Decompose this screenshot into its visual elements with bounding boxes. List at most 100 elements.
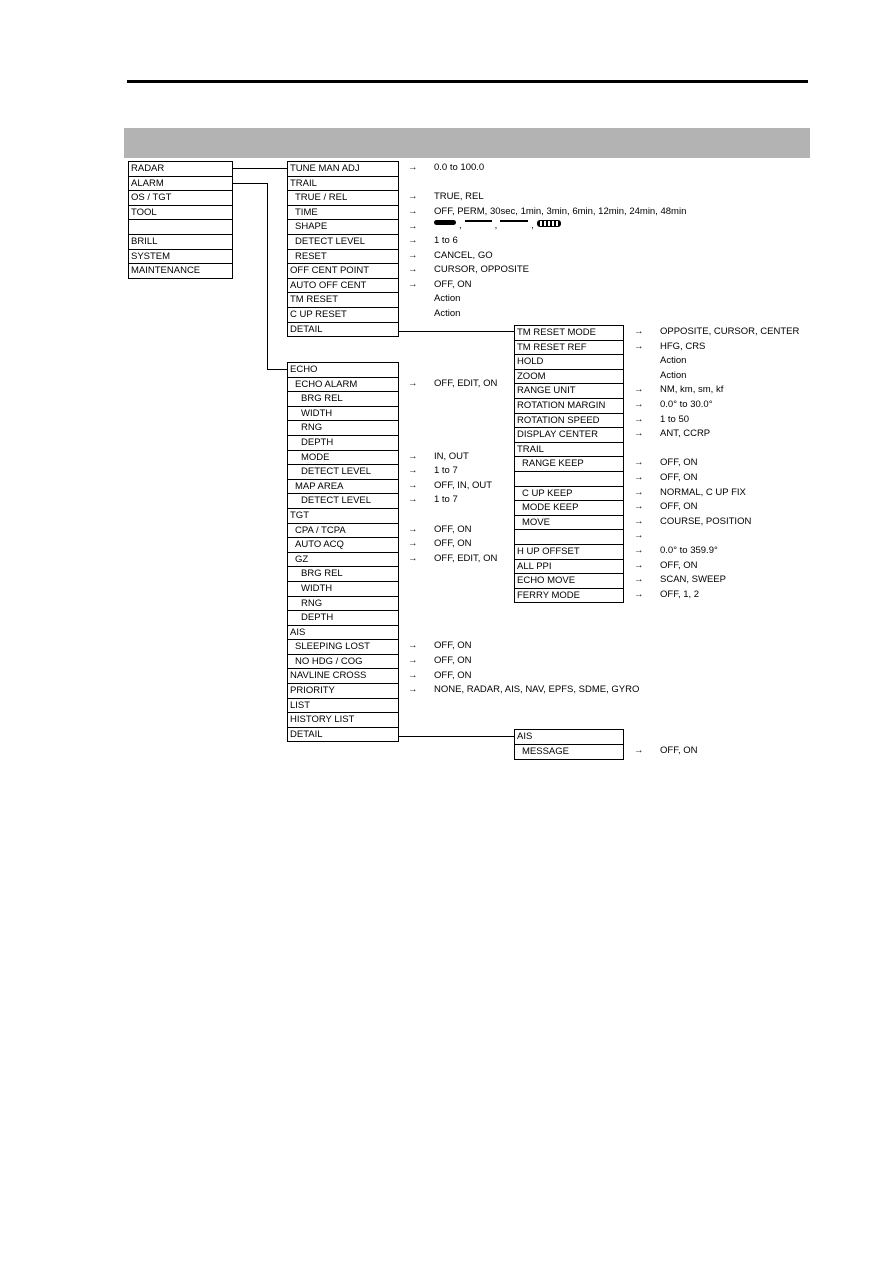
menu-item-ferry-mode[interactable]: FERRY MODE — [515, 589, 623, 604]
arrow-right-icon: → — [634, 384, 644, 396]
menu-item-trail[interactable]: TRAIL — [515, 443, 623, 458]
menu-item-off-cent-point[interactable]: OFF CENT POINT — [288, 264, 398, 279]
menu-item-no-hdg-cog[interactable]: NO HDG / COG — [288, 655, 398, 670]
menu-item-tune-man-adj[interactable]: TUNE MAN ADJ — [288, 162, 398, 177]
menu-item-depth[interactable]: DEPTH — [288, 611, 398, 626]
menu-item-rotation-speed[interactable]: ROTATION SPEED — [515, 414, 623, 429]
menu-item-h-up-offset[interactable]: H UP OFFSET — [515, 545, 623, 560]
arrow-right-icon: → — [634, 326, 644, 337]
menu-item-c-up-reset[interactable]: C UP RESET — [288, 308, 398, 323]
option-values-text: 0.0 to 100.0 — [434, 162, 485, 173]
arrow-right-icon: → — [408, 669, 418, 681]
main-menu-item-tool[interactable]: TOOL — [129, 206, 232, 221]
menu-item-true-rel[interactable]: TRUE / REL — [288, 191, 398, 206]
option-values-text: 1 to 7 — [434, 494, 458, 506]
option-text: → OFF, EDIT, ON — [408, 378, 497, 390]
menu-item-zoom[interactable]: ZOOM — [515, 370, 623, 385]
menu-item-range-unit[interactable]: RANGE UNIT — [515, 384, 623, 399]
arrow-right-icon: → — [408, 220, 418, 232]
option-text: → OFF, 1, 2 — [634, 589, 699, 601]
menu-item-range-keep[interactable]: RANGE KEEP — [515, 457, 623, 472]
menu-item-echo[interactable]: ECHO — [288, 363, 398, 378]
connector-alarm-detail — [398, 736, 514, 737]
arrow-right-icon: → — [634, 428, 644, 440]
menu-item-tm-reset-mode[interactable]: TM RESET MODE — [515, 326, 623, 341]
menu-item-depth[interactable]: DEPTH — [288, 436, 398, 451]
menu-item-rng[interactable]: RNG — [288, 597, 398, 612]
menu-item-gz[interactable]: GZ — [288, 553, 398, 568]
option-values-text: OFF, ON — [660, 745, 698, 756]
menu-item-tm-reset-ref[interactable]: TM RESET REF — [515, 341, 623, 356]
menu-item-auto-off-cent[interactable]: AUTO OFF CENT — [288, 279, 398, 294]
option-values-text: OFF, ON — [434, 538, 472, 550]
menu-item-shape[interactable]: SHAPE — [288, 220, 398, 235]
main-menu-item-alarm[interactable]: ALARM — [129, 177, 232, 192]
menu-item-ais[interactable]: AIS — [515, 730, 623, 745]
menu-item-blank[interactable] — [515, 530, 623, 545]
menu-item-auto-acq[interactable]: AUTO ACQ — [288, 538, 398, 553]
arrow-right-icon: → — [634, 530, 644, 542]
menu-item-detail[interactable]: DETAIL — [288, 728, 398, 743]
option-text: → OFF, ON — [634, 457, 697, 469]
option-values-text: SCAN, SWEEP — [660, 574, 726, 586]
option-values-text: OFF, ON — [660, 501, 698, 513]
arrow-right-icon: → — [408, 377, 418, 389]
menu-item-all-ppi[interactable]: ALL PPI — [515, 560, 623, 575]
option-text: → CANCEL, GO — [408, 250, 493, 262]
menu-item-width[interactable]: WIDTH — [288, 407, 398, 422]
main-menu-item-blank[interactable] — [129, 220, 232, 235]
menu-item-time[interactable]: TIME — [288, 206, 398, 221]
menu-item-rng[interactable]: RNG — [288, 421, 398, 436]
menu-item-mode-keep[interactable]: MODE KEEP — [515, 501, 623, 516]
menu-item-hold[interactable]: HOLD — [515, 355, 623, 370]
menu-item-brg-rel[interactable]: BRG REL — [288, 392, 398, 407]
menu-item-history-list[interactable]: HISTORY LIST — [288, 713, 398, 728]
option-text: → OFF, ON — [408, 524, 471, 536]
menu-item-priority[interactable]: PRIORITY — [288, 684, 398, 699]
option-text: → OFF, ON — [408, 655, 471, 667]
menu-item-detect-level[interactable]: DETECT LEVEL — [288, 494, 398, 509]
menu-item-detect-level[interactable]: DETECT LEVEL — [288, 465, 398, 480]
menu-item-navline-cross[interactable]: NAVLINE CROSS — [288, 669, 398, 685]
main-menu-item-maintenance[interactable]: MAINTENANCE — [129, 264, 232, 279]
arrow-right-icon: → — [408, 235, 418, 246]
menu-item-cpa-tcpa[interactable]: CPA / TCPA — [288, 524, 398, 539]
menu-item-list[interactable]: LIST — [288, 699, 398, 714]
menu-item-detect-level[interactable]: DETECT LEVEL — [288, 235, 398, 250]
menu-item-sleeping-lost[interactable]: SLEEPING LOST — [288, 640, 398, 655]
option-text: → 1 to 7 — [408, 494, 458, 506]
menu-item-tm-reset[interactable]: TM RESET — [288, 293, 398, 308]
menu-item-reset[interactable]: RESET — [288, 250, 398, 265]
option-values-text: Action — [434, 308, 461, 319]
arrow-right-icon: → — [408, 684, 418, 696]
menu-item-rotation-margin[interactable]: ROTATION MARGIN — [515, 399, 623, 414]
menu-item-ais[interactable]: AIS — [288, 626, 398, 641]
menu-item-move[interactable]: MOVE — [515, 516, 623, 531]
option-values-text: HFG, CRS — [660, 340, 706, 352]
menu-item-width[interactable]: WIDTH — [288, 582, 398, 597]
option-text: Action — [634, 355, 686, 367]
menu-item-tgt[interactable]: TGT — [288, 509, 398, 524]
option-text: → OFF, ON — [634, 745, 697, 757]
menu-item-display-center[interactable]: DISPLAY CENTER — [515, 428, 623, 443]
menu-item-mode[interactable]: MODE — [288, 451, 398, 466]
menu-item-detail[interactable]: DETAIL — [288, 323, 398, 338]
main-menu-item-system[interactable]: SYSTEM — [129, 250, 232, 265]
arrow-right-icon: → — [408, 640, 418, 652]
main-menu-item-os-tgt[interactable]: OS / TGT — [129, 191, 232, 206]
menu-item-brg-rel[interactable]: BRG REL — [288, 567, 398, 582]
menu-item-c-up-keep[interactable]: C UP KEEP — [515, 487, 623, 502]
option-values-text: NONE, RADAR, AIS, NAV, EPFS, SDME, GYRO — [434, 684, 640, 696]
menu-item-message[interactable]: MESSAGE — [515, 745, 623, 760]
menu-item-map-area[interactable]: MAP AREA — [288, 480, 398, 495]
main-menu-item-brill[interactable]: BRILL — [129, 235, 232, 250]
menu-item-echo-move[interactable]: ECHO MOVE — [515, 574, 623, 589]
option-values-text: CURSOR, OPPOSITE — [434, 264, 530, 276]
menu-item-blank[interactable] — [515, 472, 623, 487]
option-values-text: ANT, CCRP — [660, 428, 711, 440]
menu-item-echo-alarm[interactable]: ECHO ALARM — [288, 378, 398, 393]
arrow-right-icon: → — [408, 479, 418, 491]
menu-item-trail[interactable]: TRAIL — [288, 177, 398, 192]
main-menu-item-radar[interactable]: RADAR — [129, 162, 232, 177]
option-text: → OFF, ON — [408, 640, 471, 652]
